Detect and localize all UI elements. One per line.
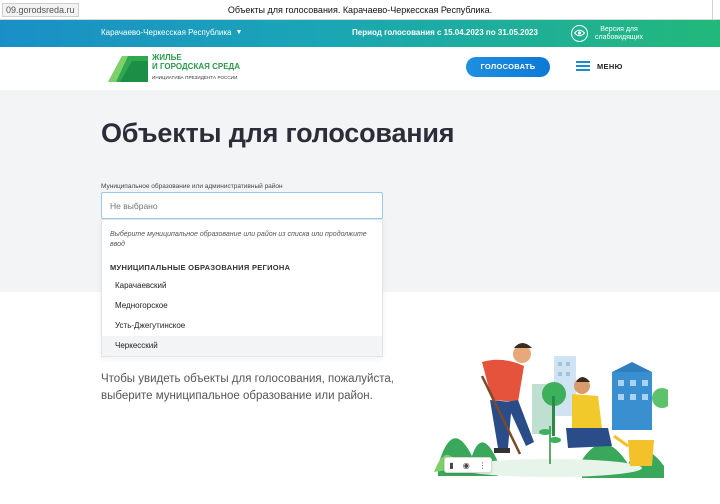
menu-button[interactable]: МЕНЮ [576, 61, 623, 71]
info-line1: Чтобы увидеть объекты для голосования, п… [101, 373, 394, 385]
browser-bar: 09.gorodsreda.ru Объекты для голосования… [0, 0, 720, 20]
region-selector[interactable]: Карачаево-Черкесская Республика ▼ [101, 28, 242, 37]
logo-tagline: ИНИЦИАТИВА ПРЕЗИДЕНТА РОССИИ [152, 75, 238, 80]
accessibility-line1: Версия для [600, 26, 638, 33]
logo-line1: ЖИЛЬЕ [152, 53, 182, 62]
municipality-search-input[interactable] [101, 192, 383, 219]
logo-mark-icon [108, 56, 148, 82]
region-label: Карачаево-Черкесская Республика [101, 28, 232, 37]
camera-icon[interactable]: ◉ [463, 461, 470, 470]
chevron-down-icon: ▼ [235, 29, 243, 36]
voting-period: Период голосования с 15.04.2023 по 31.05… [352, 28, 538, 37]
site-header: ЖИЛЬЕ И ГОРОДСКАЯ СРЕДА ИНИЦИАТИВА ПРЕЗИ… [0, 47, 720, 90]
image-toolbar: ▮ ◉ ⋮ [444, 457, 492, 473]
accessibility-line2: слабовидящих [595, 34, 644, 41]
top-info-bar: Карачаево-Черкесская Республика ▼ Период… [0, 20, 720, 47]
bookmark-icon[interactable]: ▮ [449, 461, 453, 470]
dropdown-option-ust-dzheguta[interactable]: Усть-Джегутинское [102, 316, 382, 336]
logo-line2: И ГОРОДСКАЯ СРЕДА [152, 62, 241, 71]
menu-label: МЕНЮ [597, 61, 623, 71]
eye-icon[interactable] [571, 25, 588, 42]
dropdown-option-cherkessky[interactable]: Черкесский [102, 336, 382, 356]
hamburger-icon [576, 61, 590, 71]
dropdown-hint: Выберите муниципальное образование или р… [110, 231, 367, 248]
accessibility-link[interactable]: Версия для слабовидящих [595, 26, 643, 42]
site-logo[interactable]: ЖИЛЬЕ И ГОРОДСКАЯ СРЕДА ИНИЦИАТИВА ПРЕЗИ… [106, 51, 246, 85]
page-title: Объекты для голосования [101, 118, 455, 148]
window-title: Объекты для голосования. Карачаево-Черке… [227, 5, 493, 15]
logo-text: ЖИЛЬЕ И ГОРОДСКАЯ СРЕДА [152, 53, 240, 71]
info-line2: выберите муниципальное образование или р… [101, 390, 373, 402]
dropdown-option-karachaevsky[interactable]: Карачаевский [102, 276, 382, 296]
dropdown-group-title: МУНИЦИПАЛЬНЫЕ ОБРАЗОВАНИЯ РЕГИОНА [110, 263, 291, 272]
vote-button[interactable]: ГОЛОСОВАТЬ [466, 57, 550, 77]
dropdown-option-mednogorskoe[interactable]: Медногорское [102, 296, 382, 316]
municipality-field-label: Муниципальное образование или администра… [101, 183, 283, 190]
more-icon[interactable]: ⋮ [479, 461, 487, 470]
browser-edge [712, 0, 720, 20]
municipality-dropdown: Выберите муниципальное образование или р… [101, 219, 383, 357]
info-text: Чтобы увидеть объекты для голосования, п… [101, 371, 394, 405]
